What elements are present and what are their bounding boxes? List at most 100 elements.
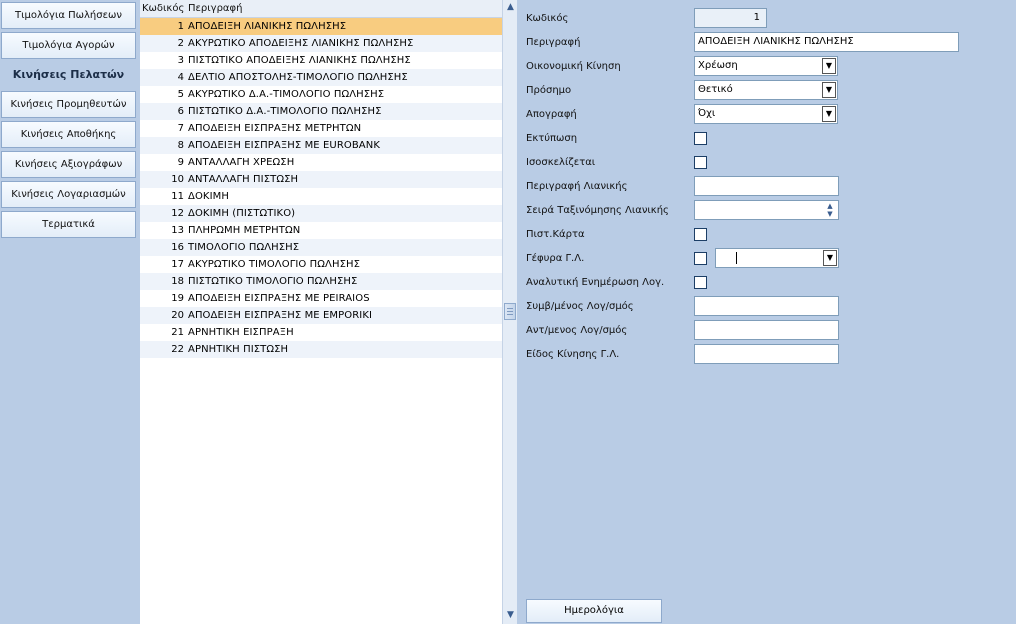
row-code: 18 bbox=[171, 276, 184, 287]
analytic-update-label: Αναλυτική Ενημέρωση Λογ. bbox=[526, 277, 665, 288]
row-code: 13 bbox=[171, 225, 184, 236]
detail-form: Κωδικός 1 Περιγραφή ΑΠΟΔΕΙΞΗ ΛΙΑΝΙΚΗΣ ΠΩ… bbox=[518, 0, 1016, 624]
navigation-panel: Τιμολόγια Πωλήσεων Τιμολόγια Αγορών Κινήσε… bbox=[0, 0, 140, 624]
table-row[interactable]: 19 ΑΠΟΔΕΙΞΗ ΕΙΣΠΡΑΞΗΣ ΜΕ PEIRAIOS bbox=[140, 290, 502, 307]
scrollbar-thumb[interactable] bbox=[504, 303, 516, 320]
sign-label: Πρόσημο bbox=[526, 85, 572, 96]
row-code: 7 bbox=[177, 123, 184, 134]
chevron-down-icon[interactable]: ▼ bbox=[823, 250, 837, 266]
row-code: 11 bbox=[171, 191, 184, 202]
row-description: ΑΡΝΗΤΙΚΗ ΠΙΣΤΩΣΗ bbox=[188, 344, 289, 355]
nav-item-2[interactable]: Κινήσεις Πελατών bbox=[1, 61, 136, 88]
description-field[interactable]: ΑΠΟΔΕΙΞΗ ΛΙΑΝΙΚΗΣ ΠΩΛΗΣΗΣ bbox=[694, 32, 959, 52]
sign-select[interactable]: Θετικό ▼ bbox=[694, 80, 838, 100]
row-code: 20 bbox=[171, 310, 184, 321]
retail-sort-order-spinner[interactable]: ▲ ▼ bbox=[694, 200, 839, 220]
table-row[interactable]: 11 ΔΟΚΙΜΗ bbox=[140, 188, 502, 205]
chevron-down-icon[interactable]: ▼ bbox=[822, 58, 836, 74]
arrow-down-icon[interactable]: ▼ bbox=[503, 608, 518, 623]
row-description: ΑΚΥΡΩΤΙΚΟ Δ.Α.-ΤΙΜΟΛΟΓΙΟ ΠΩΛΗΣΗΣ bbox=[188, 89, 385, 100]
gl-bridge-checkbox[interactable] bbox=[694, 252, 707, 265]
counter-account-field[interactable] bbox=[694, 320, 839, 340]
row-description: ΠΙΣΤΩΤΙΚΟ ΑΠΟΔΕΙΞΗΣ ΛΙΑΝΙΚΗΣ ΠΩΛΗΣΗΣ bbox=[188, 55, 411, 66]
gl-bridge-select[interactable]: ▼ bbox=[715, 248, 839, 268]
sign-value: Θετικό bbox=[698, 84, 733, 95]
nav-item-6[interactable]: Κινήσεις Λογαριασμών bbox=[1, 181, 136, 208]
inventory-select[interactable]: Όχι ▼ bbox=[694, 104, 838, 124]
row-code: 9 bbox=[177, 157, 184, 168]
row-code: 21 bbox=[171, 327, 184, 338]
table-row[interactable]: 20 ΑΠΟΔΕΙΞΗ ΕΙΣΠΡΑΞΗΣ ΜΕ EMPORIKI bbox=[140, 307, 502, 324]
analytic-update-checkbox[interactable] bbox=[694, 276, 707, 289]
nav-item-5[interactable]: Κινήσεις Αξιογράφων bbox=[1, 151, 136, 178]
table-row[interactable]: 9 ΑΝΤΑΛΛΑΓΗ ΧΡΕΩΣΗ bbox=[140, 154, 502, 171]
column-header-code[interactable]: Κωδικός bbox=[142, 0, 184, 17]
credit-card-checkbox[interactable] bbox=[694, 228, 707, 241]
table-row[interactable]: 12 ΔΟΚΙΜΗ (ΠΙΣΤΩΤΙΚΟ) bbox=[140, 205, 502, 222]
column-header-description[interactable]: Περιγραφή bbox=[188, 0, 242, 17]
row-description: ΔΕΛΤΙΟ ΑΠΟΣΤΟΛΗΣ-ΤΙΜΟΛΟΓΙΟ ΠΩΛΗΣΗΣ bbox=[188, 72, 408, 83]
financial-movement-label: Οικονομική Κίνηση bbox=[526, 61, 621, 72]
spin-up-icon[interactable]: ▲ bbox=[823, 202, 837, 210]
row-description: ΑΠΟΔΕΙΞΗ ΕΙΣΠΡΑΞΗΣ ΜΕ EUROBANK bbox=[188, 140, 380, 151]
contract-account-field[interactable] bbox=[694, 296, 839, 316]
row-code: 16 bbox=[171, 242, 184, 253]
row-description: ΤΙΜΟΛΟΓΙΟ ΠΩΛΗΣΗΣ bbox=[188, 242, 300, 253]
nav-item-4[interactable]: Κινήσεις Αποθήκης bbox=[1, 121, 136, 148]
row-description: ΠΛΗΡΩΜΗ ΜΕΤΡΗΤΩΝ bbox=[188, 225, 301, 236]
spin-down-icon[interactable]: ▼ bbox=[823, 210, 837, 218]
retail-sort-order-label: Σειρά Ταξινόμησης Λιανικής bbox=[526, 205, 669, 216]
nav-item-3[interactable]: Κινήσεις Προμηθευτών bbox=[1, 91, 136, 118]
table-row[interactable]: 18 ΠΙΣΤΩΤΙΚΟ ΤΙΜΟΛΟΓΙΟ ΠΩΛΗΣΗΣ bbox=[140, 273, 502, 290]
gl-movement-type-field[interactable] bbox=[694, 344, 839, 364]
nav-item-1[interactable]: Τιμολόγια Αγορών bbox=[1, 32, 136, 59]
row-code: 8 bbox=[177, 140, 184, 151]
arrow-up-icon[interactable]: ▲ bbox=[503, 0, 518, 15]
table-row[interactable]: 7 ΑΠΟΔΕΙΞΗ ΕΙΣΠΡΑΞΗΣ ΜΕΤΡΗΤΩΝ bbox=[140, 120, 502, 137]
financial-movement-select[interactable]: Χρέωση ▼ bbox=[694, 56, 838, 76]
row-description: ΔΟΚΙΜΗ bbox=[188, 191, 229, 202]
print-checkbox[interactable] bbox=[694, 132, 707, 145]
calendars-button[interactable]: Ημερολόγια bbox=[526, 599, 662, 623]
gl-bridge-label: Γέφυρα Γ.Λ. bbox=[526, 253, 585, 264]
table-row[interactable]: 21 ΑΡΝΗΤΙΚΗ ΕΙΣΠΡΑΞΗ bbox=[140, 324, 502, 341]
row-code: 12 bbox=[171, 208, 184, 219]
retail-description-field[interactable] bbox=[694, 176, 839, 196]
table-row[interactable]: 10 ΑΝΤΑΛΛΑΓΗ ΠΙΣΤΩΣΗ bbox=[140, 171, 502, 188]
row-description: ΑΠΟΔΕΙΞΗ ΕΙΣΠΡΑΞΗΣ ΜΕ EMPORIKI bbox=[188, 310, 373, 321]
row-code: 19 bbox=[171, 293, 184, 304]
balances-checkbox[interactable] bbox=[694, 156, 707, 169]
retail-description-label: Περιγραφή Λιανικής bbox=[526, 181, 628, 192]
chevron-down-icon[interactable]: ▼ bbox=[822, 106, 836, 122]
table-row[interactable]: 1 ΑΠΟΔΕΙΞΗ ΛΙΑΝΙΚΗΣ ΠΩΛΗΣΗΣ bbox=[140, 18, 502, 35]
table-row[interactable]: 13 ΠΛΗΡΩΜΗ ΜΕΤΡΗΤΩΝ bbox=[140, 222, 502, 239]
row-code: 22 bbox=[171, 344, 184, 355]
row-description: ΑΠΟΔΕΙΞΗ ΕΙΣΠΡΑΞΗΣ ΜΕ PEIRAIOS bbox=[188, 293, 370, 304]
contract-account-label: Συμβ/μένος Λογ/σμός bbox=[526, 301, 634, 312]
table-row[interactable]: 17 ΑΚΥΡΩΤΙΚΟ ΤΙΜΟΛΟΓΙΟ ΠΩΛΗΣΗΣ bbox=[140, 256, 502, 273]
table-row[interactable]: 8 ΑΠΟΔΕΙΞΗ ΕΙΣΠΡΑΞΗΣ ΜΕ EUROBANK bbox=[140, 137, 502, 154]
table-row[interactable]: 5 ΑΚΥΡΩΤΙΚΟ Δ.Α.-ΤΙΜΟΛΟΓΙΟ ΠΩΛΗΣΗΣ bbox=[140, 86, 502, 103]
grid-header: Κωδικός Περιγραφή bbox=[140, 0, 502, 18]
nav-item-0[interactable]: Τιμολόγια Πωλήσεων bbox=[1, 2, 136, 29]
nav-item-7[interactable]: Τερματικά bbox=[1, 211, 136, 238]
table-row[interactable]: 4 ΔΕΛΤΙΟ ΑΠΟΣΤΟΛΗΣ-ΤΙΜΟΛΟΓΙΟ ΠΩΛΗΣΗΣ bbox=[140, 69, 502, 86]
table-row[interactable]: 6 ΠΙΣΤΩΤΙΚΟ Δ.Α.-ΤΙΜΟΛΟΓΙΟ ΠΩΛΗΣΗΣ bbox=[140, 103, 502, 120]
row-description: ΑΠΟΔΕΙΞΗ ΛΙΑΝΙΚΗΣ ΠΩΛΗΣΗΣ bbox=[188, 21, 347, 32]
chevron-down-icon[interactable]: ▼ bbox=[822, 82, 836, 98]
row-code: 6 bbox=[177, 106, 184, 117]
text-cursor bbox=[736, 252, 737, 264]
table-row[interactable]: 16 ΤΙΜΟΛΟΓΙΟ ΠΩΛΗΣΗΣ bbox=[140, 239, 502, 256]
table-row[interactable]: 3 ΠΙΣΤΩΤΙΚΟ ΑΠΟΔΕΙΞΗΣ ΛΙΑΝΙΚΗΣ ΠΩΛΗΣΗΣ bbox=[140, 52, 502, 69]
code-field[interactable]: 1 bbox=[694, 8, 767, 28]
row-description: ΠΙΣΤΩΤΙΚΟ ΤΙΜΟΛΟΓΙΟ ΠΩΛΗΣΗΣ bbox=[188, 276, 358, 287]
row-description: ΑΝΤΑΛΛΑΓΗ ΠΙΣΤΩΣΗ bbox=[188, 174, 299, 185]
row-description: ΑΚΥΡΩΤΙΚΟ ΤΙΜΟΛΟΓΙΟ ΠΩΛΗΣΗΣ bbox=[188, 259, 361, 270]
row-code: 17 bbox=[171, 259, 184, 270]
row-code: 2 bbox=[177, 38, 184, 49]
row-code: 3 bbox=[177, 55, 184, 66]
table-row[interactable]: 22 ΑΡΝΗΤΙΚΗ ΠΙΣΤΩΣΗ bbox=[140, 341, 502, 358]
row-code: 10 bbox=[171, 174, 184, 185]
vertical-scrollbar[interactable]: ▲ ▼ bbox=[502, 0, 517, 624]
table-row[interactable]: 2 ΑΚΥΡΩΤΙΚΟ ΑΠΟΔΕΙΞΗΣ ΛΙΑΝΙΚΗΣ ΠΩΛΗΣΗΣ bbox=[140, 35, 502, 52]
